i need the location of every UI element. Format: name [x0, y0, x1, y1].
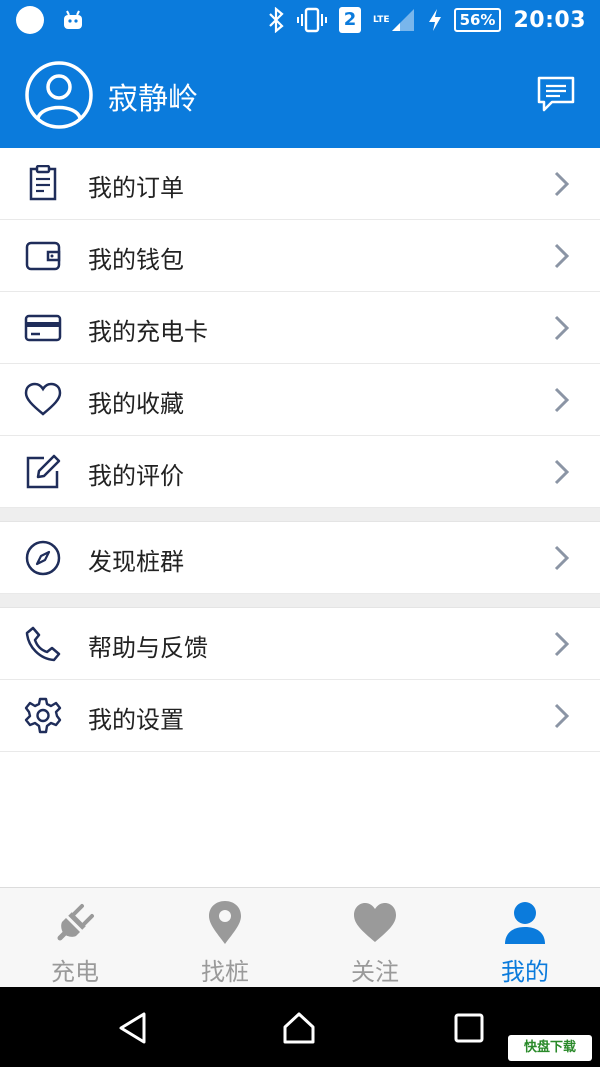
menu-item-favorites[interactable]: 我的收藏 — [0, 364, 600, 436]
menu-item-label: 我的钱包 — [88, 246, 184, 274]
order-icon — [29, 165, 57, 201]
heart-icon — [354, 903, 396, 942]
menu-item-label: 我的充电卡 — [88, 318, 208, 346]
menu-item-settings[interactable]: 我的设置 — [0, 680, 600, 752]
menu-item-label: 帮助与反馈 — [88, 634, 208, 662]
chevron-right-icon — [554, 459, 570, 485]
menu-item-label: 我的收藏 — [88, 390, 184, 418]
signal-icon — [391, 9, 414, 31]
tab-label: 充电 — [51, 958, 99, 986]
card-icon — [24, 314, 62, 342]
chevron-right-icon — [554, 545, 570, 571]
menu-item-discover-stations[interactable]: 发现桩群 — [0, 522, 600, 594]
clock: 20:03 — [513, 7, 586, 33]
signal-indicator: LTE — [373, 7, 416, 33]
tab-find-station[interactable]: 找桩 — [150, 888, 300, 987]
message-icon[interactable] — [536, 74, 576, 114]
tab-label: 我的 — [501, 958, 549, 986]
location-pin-icon — [209, 901, 241, 944]
battery-level: 56% — [453, 8, 502, 32]
heart-outline-icon — [24, 382, 62, 416]
back-icon[interactable] — [116, 1011, 150, 1045]
sim-slot-badge: 2 — [339, 7, 362, 33]
vibrate-icon — [297, 7, 328, 33]
tab-label: 关注 — [351, 958, 399, 986]
tab-follow[interactable]: 关注 — [300, 888, 450, 987]
menu-item-help-feedback[interactable]: 帮助与反馈 — [0, 608, 600, 680]
username[interactable]: 寂静岭 — [108, 74, 198, 118]
plug-icon — [57, 904, 94, 941]
menu-item-label: 发现桩群 — [88, 548, 184, 576]
watermark-logo: 快盘下载 — [508, 1035, 592, 1061]
menu-item-label: 我的订单 — [88, 174, 184, 202]
notification-dot-icon — [16, 6, 44, 34]
chevron-right-icon — [554, 387, 570, 413]
tab-charging[interactable]: 充电 — [0, 888, 150, 987]
android-icon — [64, 10, 82, 29]
section-divider — [0, 594, 600, 608]
chevron-right-icon — [554, 631, 570, 657]
gear-icon — [24, 697, 62, 734]
chevron-right-icon — [554, 171, 570, 197]
bluetooth-icon — [269, 7, 284, 33]
menu-item-reviews[interactable]: 我的评价 — [0, 436, 600, 508]
menu-item-charging-card[interactable]: 我的充电卡 — [0, 292, 600, 364]
chevron-right-icon — [554, 315, 570, 341]
menu-item-orders[interactable]: 我的订单 — [0, 148, 600, 220]
recent-apps-icon[interactable] — [452, 1011, 486, 1045]
chevron-right-icon — [554, 243, 570, 269]
chevron-right-icon — [554, 703, 570, 729]
profile-header: 寂静岭 — [0, 40, 600, 148]
network-type: LTE — [373, 15, 390, 25]
charging-icon — [428, 9, 441, 31]
menu-item-label: 我的设置 — [88, 706, 184, 734]
phone-icon — [25, 626, 61, 662]
status-bar: 2 LTE 56% 20:03 — [0, 0, 600, 40]
home-icon[interactable] — [282, 1011, 316, 1045]
menu-list: 我的订单 我的钱包 我的充电卡 我的收藏 我的评价 发现桩群 帮助与反馈 我的设… — [0, 148, 600, 752]
wallet-icon — [25, 241, 61, 271]
bottom-tab-bar: 充电 找桩 关注 我的 — [0, 887, 600, 987]
compass-icon — [25, 540, 61, 576]
section-divider — [0, 508, 600, 522]
user-avatar-icon[interactable] — [24, 60, 94, 130]
edit-icon — [26, 454, 61, 489]
tab-mine[interactable]: 我的 — [450, 888, 600, 987]
menu-item-wallet[interactable]: 我的钱包 — [0, 220, 600, 292]
tab-label: 找桩 — [201, 958, 249, 986]
person-icon — [505, 902, 545, 944]
menu-item-label: 我的评价 — [88, 462, 184, 490]
